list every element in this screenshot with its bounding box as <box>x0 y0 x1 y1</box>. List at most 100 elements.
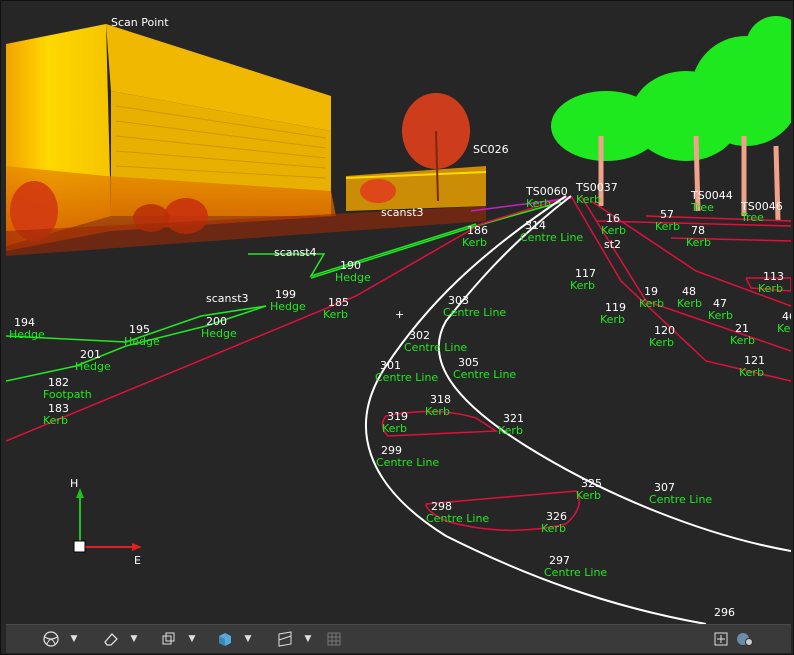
point-label[interactable]: 297Centre Line <box>544 554 607 579</box>
point-code: Kerb <box>758 282 783 295</box>
point-code: Kerb <box>777 322 791 335</box>
point-code: Kerb <box>541 522 566 535</box>
point-label[interactable]: 321Kerb <box>498 412 524 437</box>
point-code: Kerb <box>655 220 680 233</box>
code-label: Kerb <box>526 197 551 210</box>
solid-cube-dropdown-icon[interactable]: ▼ <box>242 629 254 649</box>
point-code: Hedge <box>270 300 306 313</box>
point-code: Centre Line <box>426 512 489 525</box>
point-label[interactable]: 314Centre Line <box>520 219 583 244</box>
point-code: Centre Line <box>443 306 506 319</box>
point-label[interactable]: 194Hedge <box>9 316 45 341</box>
point-label[interactable]: 303Centre Line <box>443 294 506 319</box>
view-mode-icon[interactable] <box>40 629 62 649</box>
point-label[interactable]: 57Kerb <box>655 208 680 233</box>
point-label[interactable]: 199Hedge <box>270 288 306 313</box>
point-label[interactable]: 200Hedge <box>201 315 237 340</box>
point-code: Centre Line <box>649 493 712 506</box>
point-label[interactable]: 190Hedge <box>335 259 371 284</box>
scene-canvas[interactable]: 194Hedge 195Hedge 201Hedge 182Footpath183Ke… <box>6 6 791 624</box>
eraser-dropdown-icon[interactable]: ▼ <box>128 629 140 649</box>
globe-gear-icon[interactable] <box>734 629 756 649</box>
code-label: Tree <box>690 201 714 214</box>
point-label[interactable]: 117Kerb <box>570 267 596 292</box>
point-code: Kerb <box>382 422 407 435</box>
point-label[interactable]: 19Kerb <box>639 285 664 310</box>
point-code: Kerb <box>686 236 711 249</box>
point-code: Kerb <box>462 236 487 249</box>
point-label[interactable]: 78Kerb <box>686 224 711 249</box>
point-label[interactable]: 298Centre Line <box>426 500 489 525</box>
axis-label-h: H <box>70 477 78 490</box>
scan-label: scanst3 <box>206 292 249 305</box>
bottom-toolbar: ▼ ▼ ▼ ▼ ▼ <box>6 624 791 653</box>
point-code: Centre Line <box>375 371 438 384</box>
point-label[interactable]: 21Kerb <box>730 322 755 347</box>
axis-label-e: E <box>134 554 141 567</box>
point-code: Hedge <box>201 327 237 340</box>
code-label: Tree <box>740 211 764 224</box>
cursor-crosshair-icon: + <box>395 308 404 321</box>
point-label[interactable]: 120Kerb <box>649 324 675 349</box>
point-label[interactable]: 48Kerb <box>677 285 702 310</box>
point-label[interactable]: 182Footpath <box>43 376 92 401</box>
point-label[interactable]: 201Hedge <box>75 348 111 373</box>
point-label[interactable]: 299Centre Line <box>376 444 439 469</box>
window-frame: 194 Hedge 195 Hedge 201 Hedge 182 Footpath 183 Ke… <box>0 0 794 655</box>
point-code: Kerb <box>570 279 595 292</box>
point-label[interactable]: 113Kerb <box>758 270 784 295</box>
code-label: Kerb <box>576 193 601 206</box>
point-code: Centre Line <box>453 368 516 381</box>
point-labels: 194Hedge 195Hedge 201Hedge 182Footpath183Ke… <box>9 208 791 619</box>
point-label[interactable]: 301Centre Line <box>375 359 438 384</box>
point-label[interactable]: 326Kerb <box>541 510 567 535</box>
view-mode-dropdown-icon[interactable]: ▼ <box>68 629 80 649</box>
point-label[interactable]: 16Kerb <box>601 212 626 237</box>
add-panel-icon[interactable] <box>712 629 730 649</box>
point-code: Hedge <box>124 335 160 348</box>
point-code: Hedge <box>335 271 371 284</box>
scan-point-label: Scan Point <box>111 16 169 29</box>
scan-label: st2 <box>604 238 621 251</box>
point-code: Kerb <box>708 309 733 322</box>
point-code: Centre Line <box>520 231 583 244</box>
point-label[interactable]: 195Hedge <box>124 323 160 348</box>
solid-cube-icon[interactable] <box>214 629 236 649</box>
point-code: Kerb <box>425 405 450 418</box>
point-id: 296 <box>714 606 735 619</box>
clip-plane-icon[interactable] <box>274 629 296 649</box>
point-label[interactable]: 296 <box>714 606 735 619</box>
point-code: Kerb <box>498 424 523 437</box>
cube-frame-dropdown-icon[interactable]: ▼ <box>186 629 198 649</box>
point-label[interactable]: 319Kerb <box>382 410 408 435</box>
point-cloud-viewport[interactable]: 194 Hedge 195 Hedge 201 Hedge 182 Footpath 183 Ke… <box>6 6 791 624</box>
point-code: Centre Line <box>376 456 439 469</box>
point-label[interactable]: 302Centre Line <box>404 329 467 354</box>
point-code: Kerb <box>43 414 68 427</box>
point-code: Kerb <box>639 297 664 310</box>
point-code: Hedge <box>9 328 45 341</box>
building-point-cloud <box>6 24 487 256</box>
point-code: Kerb <box>677 297 702 310</box>
point-label[interactable]: 318Kerb <box>425 393 451 418</box>
clip-plane-dropdown-icon[interactable]: ▼ <box>302 629 314 649</box>
point-label[interactable]: 47Kerb <box>708 297 733 322</box>
point-code: Kerb <box>730 334 755 347</box>
grid-icon[interactable] <box>324 629 344 649</box>
point-label[interactable]: 46Kerb <box>777 310 791 335</box>
station-label: SC026 <box>473 143 509 156</box>
eraser-icon[interactable] <box>100 629 122 649</box>
point-label[interactable]: 305Centre Line <box>453 356 516 381</box>
cube-frame-icon[interactable] <box>158 629 180 649</box>
point-label[interactable]: 185Kerb <box>323 296 349 321</box>
scan-label: scanst3 <box>381 206 424 219</box>
point-label[interactable]: 325Kerb <box>576 477 602 502</box>
point-code: Hedge <box>75 360 111 373</box>
point-label[interactable]: 121Kerb <box>739 354 765 379</box>
point-label[interactable]: 119Kerb <box>600 301 626 326</box>
point-label[interactable]: 183Kerb <box>43 402 69 427</box>
point-code: Kerb <box>576 489 601 502</box>
point-label[interactable]: 307Centre Line <box>649 481 712 506</box>
point-code: Footpath <box>43 388 92 401</box>
point-code: Centre Line <box>544 566 607 579</box>
